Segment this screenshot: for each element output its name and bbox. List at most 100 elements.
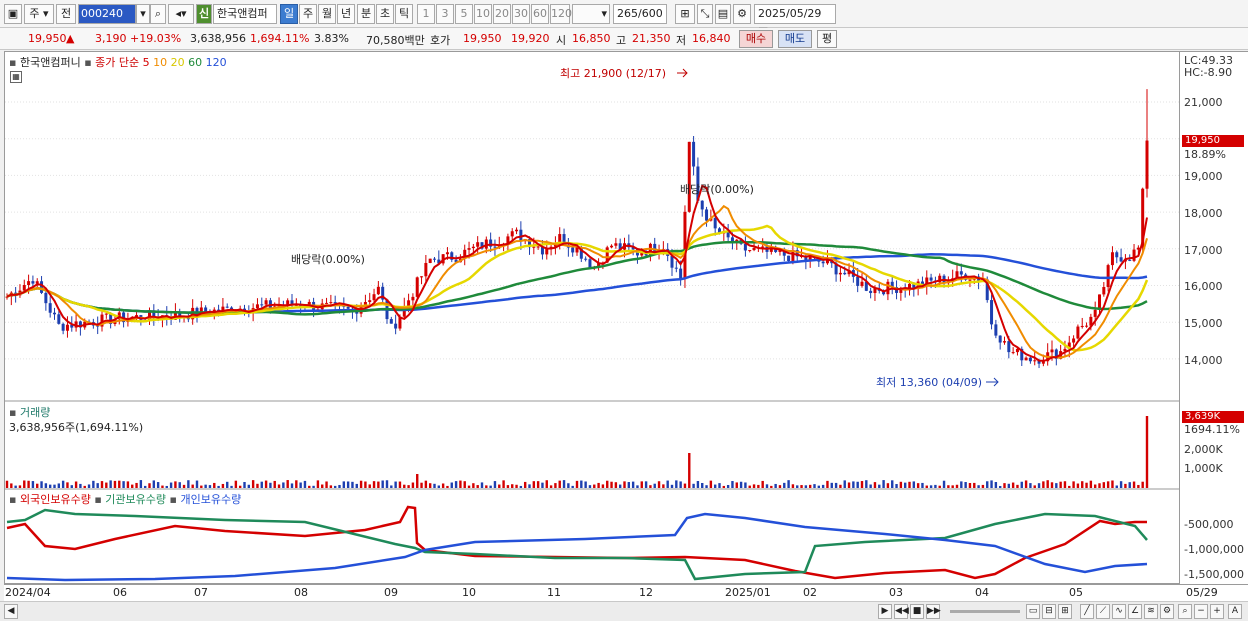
legend-foreign[interactable]: 외국인보유수량: [20, 493, 91, 506]
volume-bar: [821, 484, 825, 488]
count-5[interactable]: 5: [455, 4, 473, 24]
legend-ma120[interactable]: 120: [206, 56, 227, 69]
candle-body: [57, 314, 61, 324]
volume-bar: [791, 484, 795, 488]
candle-body: [424, 262, 428, 277]
high-annotation: 최고 21,900 (12/17): [560, 67, 666, 80]
forward-icon[interactable]: ▶▶: [926, 604, 941, 619]
zoom-in-icon[interactable]: +: [1210, 604, 1224, 619]
candle-body: [1011, 352, 1015, 354]
new-badge: 신: [196, 4, 212, 24]
chart-area[interactable]: 최고 21,900 (12/17) 최저 13,360 (04/09) 배당락(…: [4, 51, 1181, 585]
volume-bar: [813, 484, 816, 488]
volume-bar: [1042, 481, 1045, 488]
x-label-02: 02: [803, 586, 817, 599]
magnify-icon[interactable]: ⌕: [1178, 604, 1192, 619]
x-label-09: 09: [384, 586, 398, 599]
count-120[interactable]: 120: [550, 4, 572, 24]
interval-year[interactable]: 년: [337, 4, 355, 24]
fib-tool-icon[interactable]: ≋: [1144, 604, 1158, 619]
volume-bar: [998, 485, 1002, 488]
interval-minute[interactable]: 분: [357, 4, 375, 24]
volume-bar: [226, 481, 229, 488]
draw-tool-icon[interactable]: ⤡: [697, 4, 713, 24]
angle-tool-icon[interactable]: ∠: [1128, 604, 1142, 619]
rewind-icon[interactable]: ◀◀: [894, 604, 909, 619]
trend-tool-icon[interactable]: ╱: [1080, 604, 1094, 619]
legend-ma60[interactable]: 60: [188, 56, 202, 69]
stop-icon[interactable]: ■: [910, 604, 924, 619]
settings-gear-icon[interactable]: ⚙: [733, 4, 751, 24]
count-20[interactable]: 20: [493, 4, 511, 24]
search-icon[interactable]: ⌕: [150, 4, 166, 24]
volume-bar: [843, 480, 846, 488]
volume-bar: [1072, 481, 1075, 488]
layout-icon[interactable]: ▣: [4, 4, 22, 24]
volume-bar: [1115, 485, 1118, 488]
grid-lines: [5, 101, 1181, 360]
count-1[interactable]: 1: [417, 4, 435, 24]
scroll-left-icon[interactable]: ◀: [4, 604, 18, 619]
period-select[interactable]: 주 ▾: [24, 4, 54, 24]
volume-bar: [178, 482, 181, 488]
interval-month[interactable]: 월: [318, 4, 336, 24]
custom-count-select[interactable]: ▾: [572, 4, 610, 24]
volume-bar: [1098, 483, 1101, 488]
volume-bar: [139, 480, 143, 488]
bars-count-field[interactable]: 265/600: [613, 4, 667, 24]
count-10[interactable]: 10: [474, 4, 492, 24]
buy-button[interactable]: 매수: [739, 30, 773, 48]
drawing-settings-icon[interactable]: ⚙: [1160, 604, 1174, 619]
save-icon[interactable]: ▤: [715, 4, 731, 24]
volume-bar: [593, 484, 596, 488]
count-3[interactable]: 3: [436, 4, 454, 24]
count-60[interactable]: 60: [531, 4, 549, 24]
interval-week[interactable]: 주: [299, 4, 317, 24]
sound-icon[interactable]: ◂▾: [168, 4, 194, 24]
y-tick-14000: 14,000: [1184, 354, 1223, 367]
legend-ma5[interactable]: 5: [143, 56, 150, 69]
wave-tool-icon[interactable]: ∿: [1112, 604, 1126, 619]
volume-legend: ▪ 거래량: [9, 404, 50, 420]
stock-code-input[interactable]: 000240: [78, 4, 136, 24]
volume-bar: [53, 484, 56, 488]
volume-bar: [277, 484, 281, 488]
volume-bar: [502, 480, 505, 488]
volume-bar: [610, 481, 613, 488]
date-field[interactable]: 2025/05/29 ▦: [754, 4, 836, 38]
candle-body: [856, 276, 860, 286]
legend-ma10[interactable]: 10: [153, 56, 167, 69]
zoom-icon[interactable]: ⊞: [675, 4, 695, 24]
interval-second[interactable]: 초: [376, 4, 394, 24]
candle-body: [571, 247, 575, 253]
layout-grid-icon[interactable]: ⊞: [1058, 604, 1072, 619]
candle-body: [532, 246, 536, 248]
calculator-icon[interactable]: ▦: [10, 71, 22, 83]
x-axis: 2024/04 06 07 08 09 10 11 12 2025/01 02 …: [4, 584, 1248, 601]
interval-day[interactable]: 일: [280, 4, 298, 24]
eval-button[interactable]: 평: [817, 30, 837, 48]
chart-type-icon[interactable]: ▭: [1026, 604, 1040, 619]
compare-icon[interactable]: ⊟: [1042, 604, 1056, 619]
legend-institution[interactable]: 기관보유수량: [105, 493, 166, 506]
scroll-bar[interactable]: ◀ ▶ ◀◀ ■ ▶▶ ▭ ⊟ ⊞ ╱ ⟋ ∿ ∠ ≋ ⚙ ⌕ − + A: [0, 601, 1248, 621]
volume-bar: [778, 485, 782, 488]
volume-bar: [800, 485, 803, 488]
legend-retail[interactable]: 개인보유수량: [180, 493, 241, 506]
line-tool-icon[interactable]: ⟋: [1096, 604, 1110, 619]
play-icon[interactable]: ▶: [878, 604, 892, 619]
zoom-out-icon[interactable]: −: [1194, 604, 1208, 619]
code-dropdown-icon[interactable]: ▾: [136, 4, 150, 24]
volume-bar: [977, 485, 980, 488]
volume-bar: [869, 484, 872, 488]
sell-button[interactable]: 매도: [778, 30, 812, 48]
candle-body: [329, 302, 333, 304]
font-size-icon[interactable]: A: [1228, 604, 1242, 619]
interval-tick[interactable]: 틱: [395, 4, 413, 24]
stock-name-field[interactable]: 한국앤컴퍼: [213, 4, 277, 24]
volume-bar: [860, 481, 864, 488]
count-30[interactable]: 30: [512, 4, 530, 24]
legend-ma20[interactable]: 20: [171, 56, 185, 69]
zoom-slider[interactable]: [950, 610, 1020, 613]
prev-button[interactable]: 전: [56, 4, 76, 24]
